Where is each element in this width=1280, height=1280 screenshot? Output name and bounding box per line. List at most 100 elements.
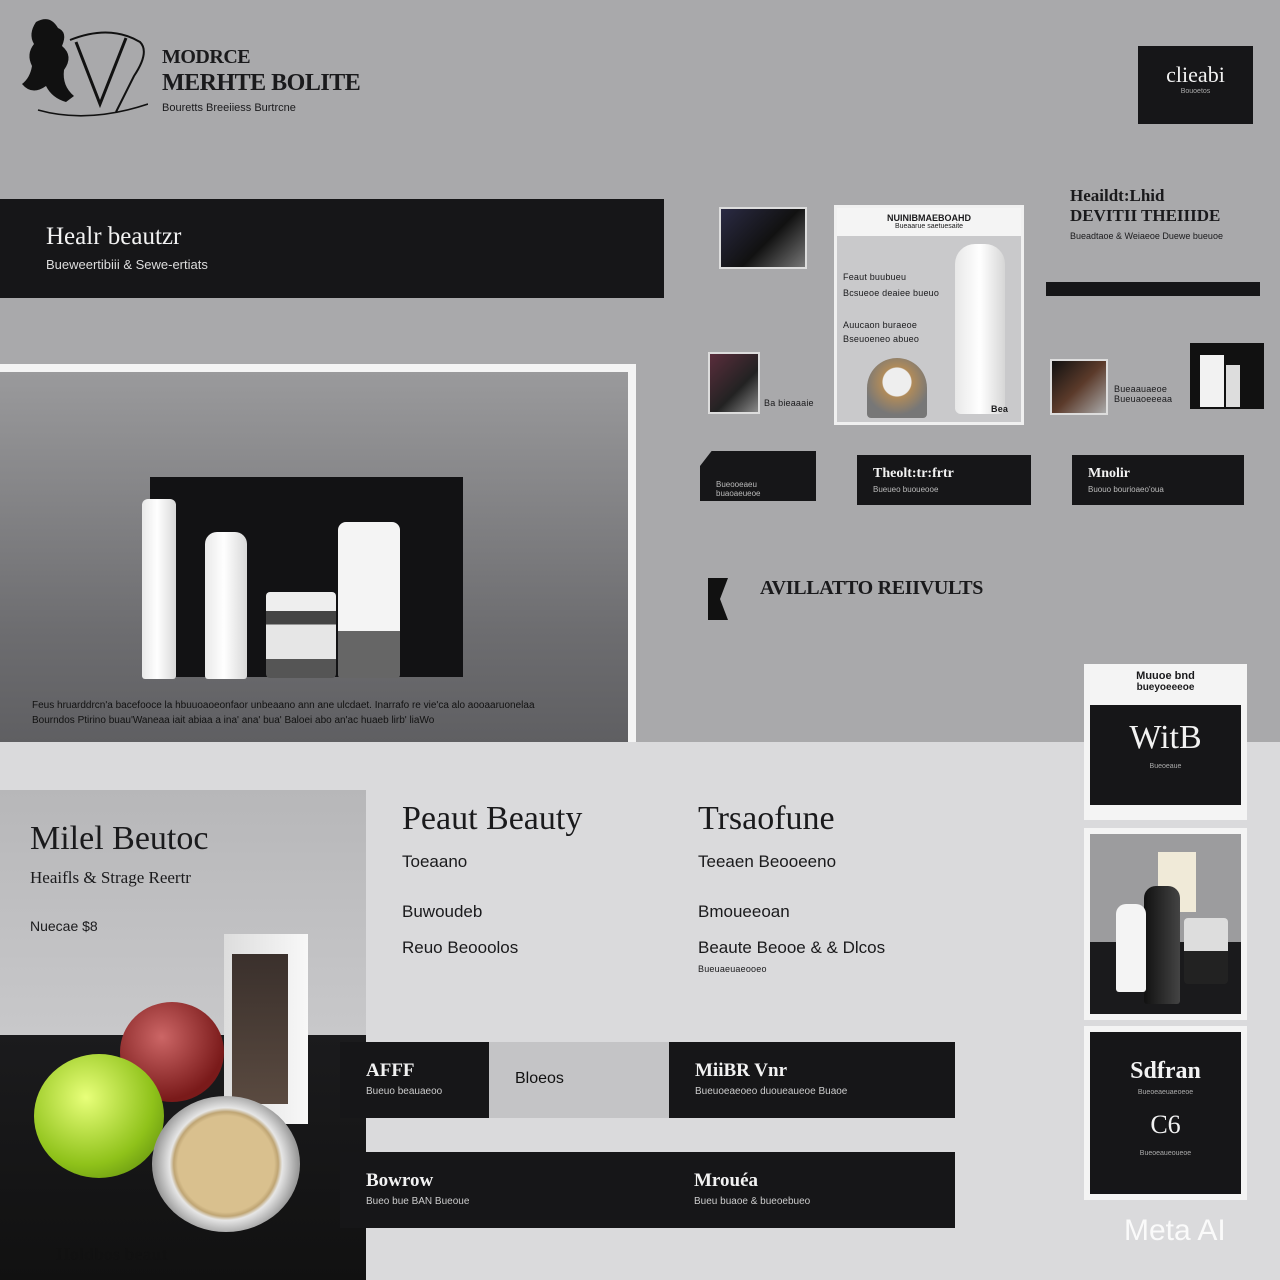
powder-compact-image: [152, 1096, 300, 1232]
hero-title: Healr beautzr: [46, 223, 182, 250]
product-bottle-large: [338, 522, 400, 678]
product-thumbnail-top[interactable]: [719, 207, 807, 269]
category-bar1-item-2[interactable]: Bloeos: [489, 1042, 669, 1118]
side-card-1-sub: Bueoeaue: [1149, 763, 1182, 770]
column-2-line4: Bueuaeuaeooeo: [698, 964, 767, 974]
product-showcase-image: Feus hruarddrcn'a bacefooce la hbuuoaoeo…: [0, 372, 628, 742]
bar2-item1-sub: Bueo bue BAN Bueoue: [366, 1196, 470, 1207]
tab-1[interactable]: Bueooeaeu buaoaeueoe: [700, 451, 816, 501]
thumbnail-label-right: Bueaauaeoe Bueuaoeeeaa: [1114, 384, 1173, 404]
brand-tagline: Bouretts Breeiiess Burtrcne: [162, 102, 296, 114]
tab-3-title: Mnolir: [1088, 466, 1130, 481]
bar1-item1-sub: Bueuo beauaeoo: [366, 1086, 443, 1097]
right-section-rule: [1046, 282, 1260, 296]
bar2-item2-sub: Bueu buaoe & bueoebueo: [694, 1196, 811, 1207]
category-bar1-item-3[interactable]: MiiBR Vnr Bueuoeaeoeo duoueaueoe Buaoe: [669, 1042, 955, 1118]
side-card-1-mark: WitB: [1129, 719, 1202, 756]
results-icon: [708, 578, 728, 620]
side-card-3-glyph: C6: [1150, 1110, 1181, 1139]
bar1-item2-title: Bloeos: [515, 1070, 564, 1087]
product-jar: [266, 592, 336, 678]
column-2: Trsaofune Teeaen Beooeeno Bmoueeoan Beau…: [698, 800, 998, 974]
showcase-caption: Feus hruarddrcn'a bacefooce la hbuuoaoeo…: [32, 698, 592, 728]
results-title: AVILLATTO REIIVULTS: [760, 577, 983, 600]
column-2-title: Trsaofune: [698, 800, 835, 837]
header-cta-label: clieabi: [1166, 62, 1225, 87]
featured-card-tag: Bea: [991, 404, 1009, 414]
category-bar-1: AFFF Bueuo beauaeoo Bloeos MiiBR Vnr Bue…: [340, 1042, 955, 1118]
category-bar1-item-1[interactable]: AFFF Bueuo beauaeoo: [340, 1042, 489, 1118]
featured-product-card[interactable]: NUINIBMAEBOAHD Bueaarue saetuesaite Feau…: [834, 205, 1024, 425]
side-product-jar: [1184, 918, 1228, 984]
promo-footer: Holdbos beaut: [56, 1244, 168, 1264]
brand-name-line1: MODRCE: [162, 46, 251, 68]
featured-product-bottle: [955, 244, 1005, 414]
product-bottle-tall: [205, 532, 247, 679]
bar1-item3-title: MiiBR Vnr: [695, 1060, 788, 1081]
promo-price: Nuecae $8: [30, 918, 98, 934]
product-box-front: [1200, 355, 1224, 407]
category-bar-2: Bowrow Bueo bue BAN Bueoue Mrouéa Bueu b…: [340, 1152, 955, 1228]
side-card-1[interactable]: Muuoe bnd bueyoeeeoe WitB Bueoeaue: [1084, 664, 1247, 820]
column-2-line2[interactable]: Bmoueeoan: [698, 902, 998, 922]
side-card-1-top1: Muuoe bnd: [1136, 670, 1195, 682]
thumbnail-label-left: Ba bieaaaie: [764, 398, 814, 408]
bar1-item1-title: AFFF: [366, 1060, 415, 1081]
featured-card-title: NUINIBMAEBOAHD: [887, 213, 971, 223]
product-box-image: [224, 934, 308, 1124]
side-card-2[interactable]: [1084, 828, 1247, 1020]
side-card-3[interactable]: Sdfran Bueoeaeuaeoeoe C6 Bueoeaueoueoe: [1084, 1026, 1247, 1200]
product-thumbnail-mid[interactable]: [708, 352, 760, 414]
featured-card-text-4: Bseuoeneo abueo: [843, 334, 920, 344]
promo-subtitle: Heaifls & Strage Reertr: [30, 868, 191, 887]
category-bar2-item-1[interactable]: Bowrow Bueo bue BAN Bueoue: [340, 1152, 660, 1228]
product-showcase: Feus hruarddrcn'a bacefooce la hbuuoaoeo…: [0, 364, 636, 742]
featured-model-figure: [867, 358, 927, 418]
promo-title: Milel Beutoc: [30, 820, 209, 857]
apple-green-image: [34, 1054, 164, 1178]
category-bar2-item-2[interactable]: Mrouéa Bueu buaoe & bueoebueo: [668, 1152, 954, 1228]
product-box-label: [232, 954, 288, 1104]
tab-3[interactable]: Mnolir Buouo bourioaeo'oua: [1072, 455, 1244, 505]
featured-card-text-2: Bcsueoe deaiee bueuo: [843, 288, 940, 298]
column-1-line3[interactable]: Reuo Beooolos: [402, 938, 672, 958]
side-card-3-mark: Sdfran: [1130, 1058, 1201, 1084]
showcase-caption-line1: Feus hruarddrcn'a bacefooce la hbuuoaoeo…: [32, 700, 535, 711]
tab-2-title: Theolt:tr:frtr: [873, 466, 954, 481]
column-2-line1[interactable]: Teeaen Beooeeno: [698, 852, 998, 872]
product-tube: [142, 499, 176, 679]
side-card-3-panel: Sdfran Bueoeaeuaeoeoe C6 Bueoeaueoueoe: [1090, 1032, 1241, 1194]
product-box-thumbnail[interactable]: [1190, 343, 1264, 409]
column-1-title: Peaut Beauty: [402, 800, 583, 837]
right-heading-line1: Heaildt:Lhid: [1070, 186, 1165, 205]
hero-subtitle: Bueweertibiii & Sewe-ertiats: [46, 257, 208, 272]
tab-2[interactable]: Theolt:tr:frtr Bueueo buoueooe: [857, 455, 1031, 505]
promo-panel[interactable]: [0, 790, 366, 1280]
brand-name-line2: MERHTE BOLITE: [162, 70, 361, 96]
side-product-bottle-white: [1116, 904, 1146, 992]
side-card-1-panel: WitB Bueoeaue: [1090, 705, 1241, 805]
column-1-line2[interactable]: Buwoudeb: [402, 902, 672, 922]
featured-card-text-1: Feaut buubueu: [843, 272, 907, 282]
column-1: Peaut Beauty Toeaano Buwoudeb Reuo Beooo…: [402, 800, 672, 958]
results-title-text: AVILLATTO REIIVULTS: [760, 577, 984, 599]
product-box-back: [1226, 365, 1240, 407]
tab-3-sub: Buouo bourioaeo'oua: [1088, 485, 1164, 494]
brand-logo: [22, 19, 148, 117]
tab-2-sub: Bueueo buoueooe: [873, 485, 939, 494]
tab-1-sub: Bueooeaeu buaoaeueoe: [716, 480, 761, 498]
side-card-3-sub: Bueoeaeuaeoeoe: [1137, 1089, 1194, 1096]
bar2-item1-title: Bowrow: [366, 1170, 434, 1191]
bar1-item3-sub: Bueuoeaeoeo duoueaueoe Buaoe: [695, 1086, 848, 1097]
watermark: Meta AI: [1124, 1214, 1226, 1247]
right-section-heading: Heaildt:Lhid DEVITII THEIIIDE Bueadtaoe …: [1070, 186, 1223, 242]
column-2-line3[interactable]: Beaute Beooe & & Dlcos: [698, 938, 998, 958]
product-thumbnail-right[interactable]: [1050, 359, 1108, 415]
right-heading-sub: Bueadtaoe & Weiaeoe Duewe bueuoe: [1070, 230, 1223, 241]
header-cta-button[interactable]: clieabi Bouoetos: [1138, 46, 1253, 124]
side-card-2-image: [1090, 834, 1241, 1014]
column-1-line1[interactable]: Toeaano: [402, 852, 672, 872]
side-card-1-top2: bueyoeeeoe: [1136, 682, 1195, 693]
hero-banner[interactable]: Healr beautzr Bueweertibiii & Sewe-ertia…: [0, 199, 664, 298]
featured-card-header: NUINIBMAEBOAHD Bueaarue saetuesaite: [837, 208, 1021, 236]
